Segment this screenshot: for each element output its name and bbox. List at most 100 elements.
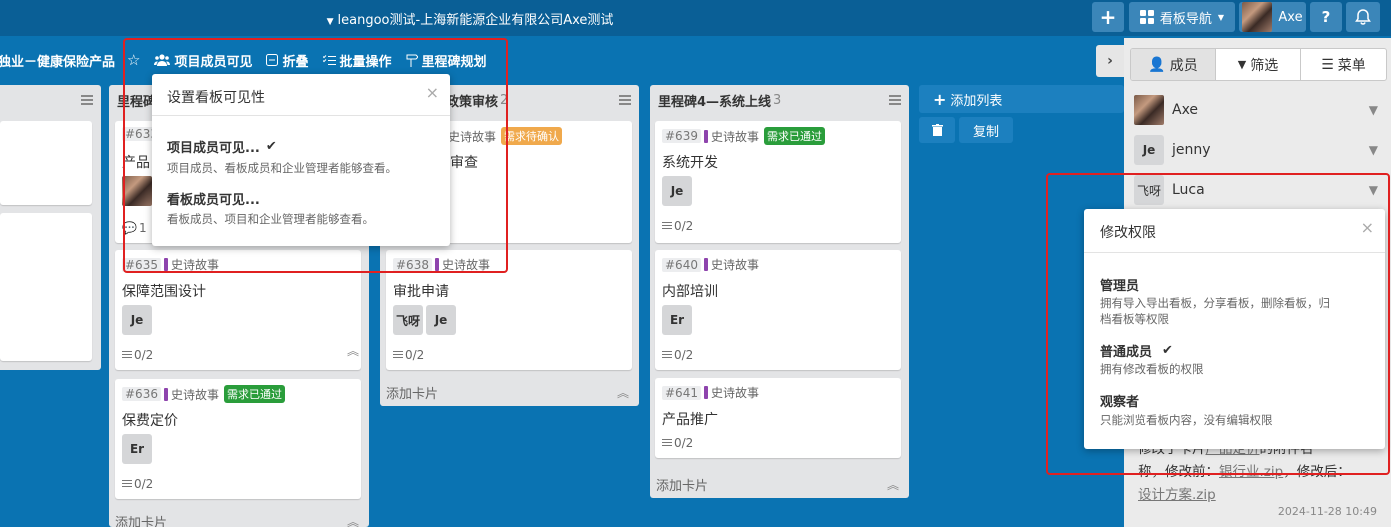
card[interactable]: #635 史诗故事 保障范围设计 Je 0/2 [115,250,361,370]
user-menu-button[interactable]: Axe [1239,2,1306,32]
board-switcher[interactable]: ▼ leangoo测试-上海新能源企业有限公司Axe测试 [0,9,940,28]
checklist-icon [662,221,672,231]
member-row[interactable]: Je jenny ▼ [1134,135,1382,165]
permission-option-observer[interactable]: 观察者 [1100,391,1139,410]
board-title[interactable]: 独业－健康保险产品 [0,51,115,70]
caret-down-icon: ▼ [326,17,334,27]
add-list-button[interactable]: + 添加列表 [919,85,1124,113]
filter-icon[interactable]: ▼ [1369,183,1378,197]
checklist-icon [322,54,336,65]
list-menu-icon[interactable] [889,95,901,107]
card-id: #638 [393,257,432,272]
add-card-button[interactable]: 添加卡片 [115,512,167,527]
chevron-up-icon[interactable]: ︽ [347,513,359,527]
delete-button[interactable] [919,117,955,143]
checklist-icon [662,350,672,360]
epic-label: 史诗故事 [170,258,219,272]
sidebar-toggle-button[interactable]: › [1096,45,1124,77]
activity-link[interactable]: 银行业.zip [1219,464,1283,480]
checklist-progress: 0/2 [662,436,693,450]
tab-menu[interactable]: ☰ 菜单 [1301,49,1386,80]
list-header[interactable] [0,85,101,115]
batch-ops-button[interactable]: 批量操作 [322,51,392,70]
member-avatar[interactable]: 飞呀 [393,305,423,335]
tab-filter[interactable]: ▼ 筛选 [1216,49,1301,80]
member-avatar[interactable]: Er [122,434,152,464]
activity-link[interactable]: 设计方案.zip [1138,487,1216,503]
member-name: jenny [1172,142,1211,158]
visibility-option-project[interactable]: 项目成员可见... ✔ [167,137,277,156]
user-name: Axe [1278,9,1303,25]
card-id: #635 [122,257,161,272]
filter-icon[interactable]: ▼ [1369,103,1378,117]
add-button[interactable]: + [1092,2,1124,32]
tab-members[interactable]: 👤 成员 [1131,49,1216,80]
checklist-icon [122,479,132,489]
close-icon[interactable]: × [426,83,439,102]
signpost-icon [406,54,418,67]
popover-title: 设置看板可见性 [167,90,265,106]
caret-down-icon: ▼ [1217,12,1225,22]
list-header[interactable]: 里程碑4—系统上线 3 [650,85,909,115]
card-title: 审批申请 [393,284,449,300]
star-icon[interactable]: ☆ [127,51,140,69]
board-nav-button[interactable]: 看板导航 ▼ [1129,2,1235,32]
card[interactable]: #640 史诗故事 内部培训 Er 0/2 [655,250,901,370]
collapse-icon [266,54,279,66]
milestone-button[interactable]: 里程碑规划 [406,51,487,70]
copy-button[interactable]: 复制 [959,117,1013,143]
visibility-button[interactable]: 项目成员可见 [154,51,252,70]
chevron-up-icon[interactable]: ︽ [887,476,899,493]
visibility-popover: 设置看板可见性 × 项目成员可见... ✔ 项目成员、看板成员和企业管理者能够查看… [152,74,450,246]
avatar[interactable] [122,176,152,206]
epic-label: 史诗故事 [710,258,759,272]
permission-option-member[interactable]: 普通成员 ✔ [1100,341,1173,360]
status-badge: 需求已通过 [223,385,285,403]
list-title: 里程碑4—系统上线 [658,94,772,110]
member-avatar[interactable]: Je [662,176,692,206]
option-description: 项目成员、看板成员和企业管理者能够查看。 [167,161,397,175]
divider [152,115,450,116]
epic-label: 史诗故事 [448,129,497,144]
check-icon: ✔ [265,139,277,154]
popover-title: 修改权限 [1100,225,1156,241]
epic-label: 史诗故事 [710,386,759,400]
card-id: #636 [122,387,161,401]
card[interactable] [0,121,92,205]
visibility-option-board[interactable]: 看板成员可见... [167,189,260,208]
card-title: 保费定价 [122,413,178,429]
check-icon: ✔ [1162,343,1173,358]
option-description: 只能浏览看板内容，没有编辑权限 [1100,413,1273,427]
status-badge: 需求已通过 [763,127,825,145]
notifications-button[interactable] [1346,2,1380,32]
list-menu-icon[interactable] [619,95,631,107]
option-description: 拥有修改看板的权限 [1100,362,1204,376]
member-row[interactable]: Axe ▼ [1134,95,1382,125]
member-avatar[interactable]: Je [122,305,152,335]
card[interactable]: #636 史诗故事 需求已通过 保费定价 Er 0/2 [115,379,361,499]
comment-icon: 💬 [122,221,137,235]
chevron-up-icon[interactable]: ︽ [617,384,629,401]
card[interactable]: #639 史诗故事 需求已通过 系统开发 Je 0/2 [655,121,901,243]
chevron-up-icon[interactable]: ︽ [347,342,359,359]
card[interactable] [0,213,92,361]
list-title: 政策审核 [446,94,499,110]
add-card-button[interactable]: 添加卡片 [656,475,708,494]
avatar [1242,2,1273,32]
member-avatar[interactable]: Er [662,305,692,335]
filter-icon[interactable]: ▼ [1369,143,1378,157]
add-card-button[interactable]: 添加卡片 [386,383,438,402]
member-avatar[interactable]: Je [426,305,456,335]
visibility-label: 项目成员可见 [174,54,253,70]
card[interactable]: #638 史诗故事 审批申请 飞呀 Je 0/2 [386,250,632,370]
funnel-icon: ▼ [1237,58,1247,71]
close-icon[interactable]: × [1361,218,1374,237]
help-button[interactable]: ? [1310,2,1342,32]
card[interactable]: #641 史诗故事 产品推广 0/2 [655,378,901,458]
permission-option-admin[interactable]: 管理员 [1100,275,1139,294]
member-row[interactable]: 飞呀 Luca ▼ [1134,175,1382,205]
collapse-button[interactable]: 折叠 [266,51,309,70]
checklist-icon [662,438,672,448]
list-menu-icon[interactable] [81,95,93,107]
list: 里程碑4—系统上线 3 #639 史诗故事 需求已通过 系统开发 Je 0/2 #64… [650,85,909,498]
